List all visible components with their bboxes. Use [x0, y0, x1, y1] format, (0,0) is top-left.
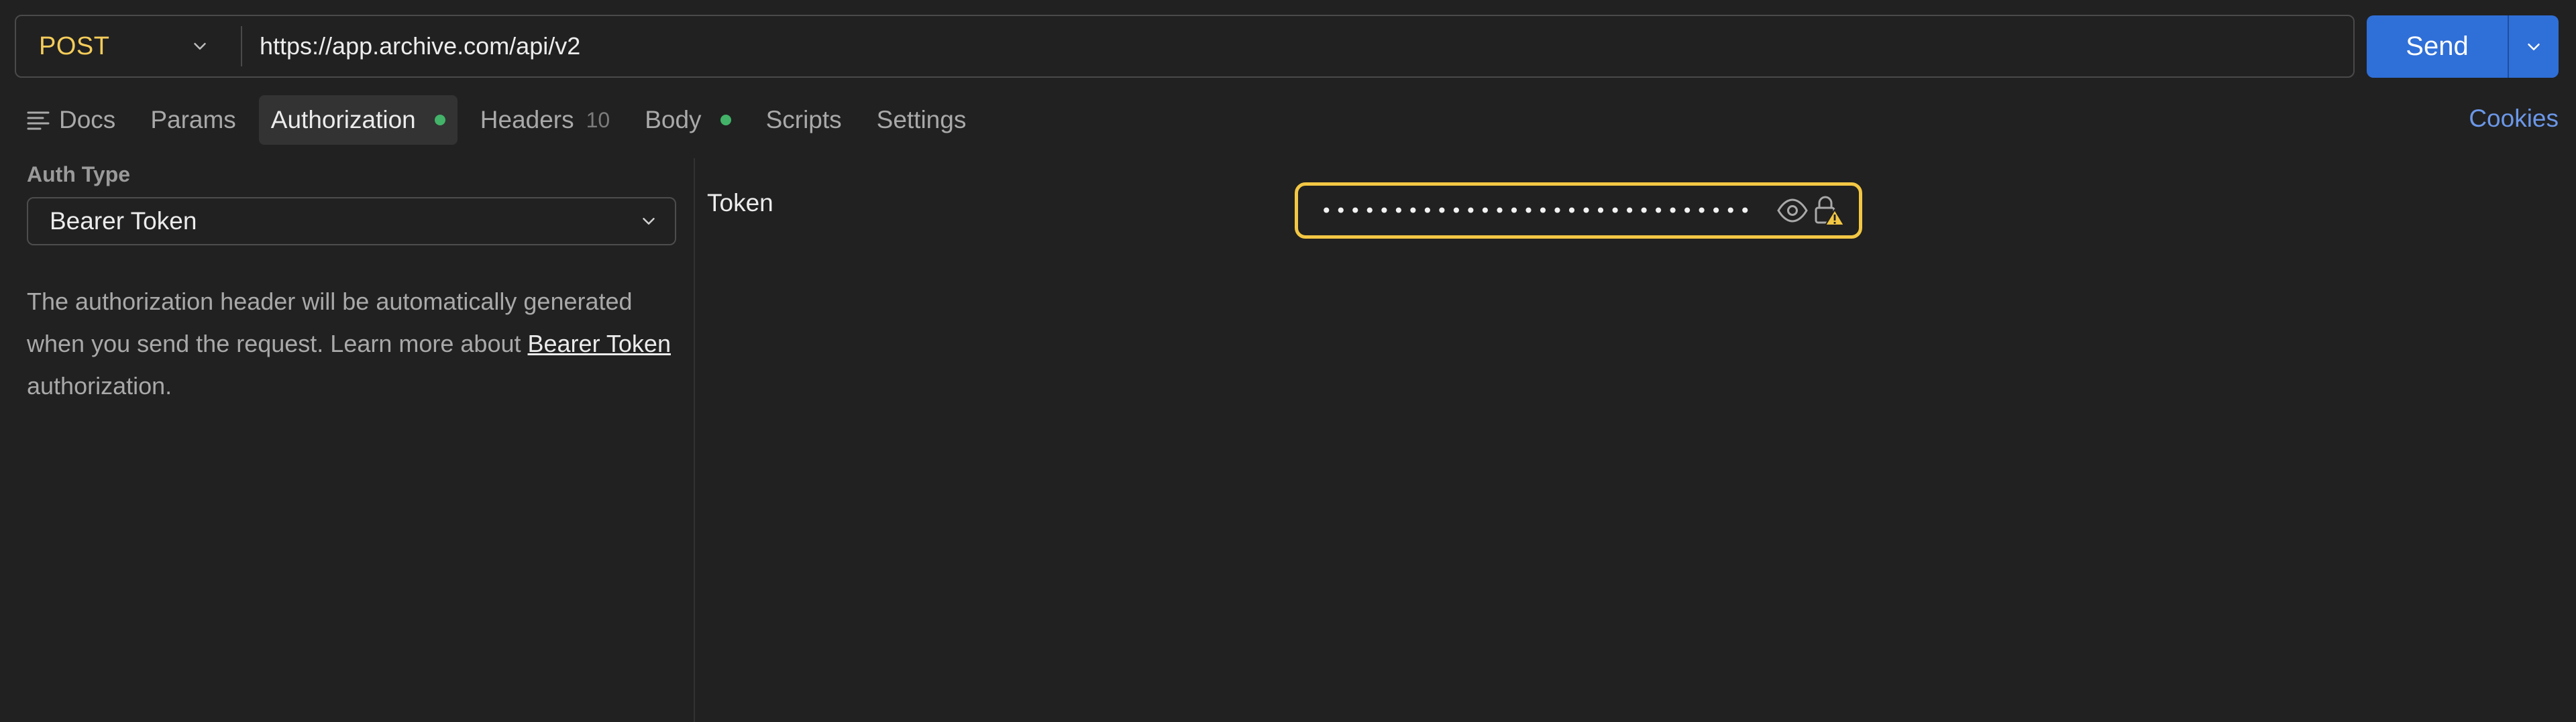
tab-settings[interactable]: Settings — [865, 95, 979, 145]
tab-label: Headers — [480, 106, 574, 133]
send-button[interactable]: Send — [2367, 15, 2508, 78]
request-tabs: Docs Params Authorization Headers 10 Bod… — [15, 95, 989, 145]
auth-settings-pane: Auth Type Bearer Token The authorization… — [0, 158, 694, 722]
status-dot — [720, 115, 731, 125]
tab-label: Params — [150, 106, 236, 133]
url-bar: POST — [15, 15, 2355, 78]
auth-description-suffix: authorization. — [27, 372, 172, 400]
tab-docs[interactable]: Docs — [15, 95, 127, 145]
auth-type-value: Bearer Token — [50, 207, 197, 235]
token-input[interactable] — [1321, 186, 1774, 235]
tab-label: Scripts — [765, 106, 842, 133]
docs-icon — [27, 111, 50, 130]
tab-label: Docs — [59, 106, 116, 133]
secret-warning-button[interactable] — [1811, 192, 1847, 229]
bearer-token-doc-link[interactable]: Bearer Token — [528, 330, 671, 357]
tab-label: Authorization — [270, 106, 416, 133]
request-editor: POST Send Docs Params Authorization — [0, 0, 2576, 722]
url-input[interactable] — [242, 16, 2353, 76]
headers-count-badge: 10 — [586, 107, 610, 132]
tab-body[interactable]: Body — [633, 95, 743, 145]
eye-icon — [1777, 198, 1808, 223]
tab-authorization[interactable]: Authorization — [258, 95, 458, 145]
tab-scripts[interactable]: Scripts — [754, 95, 854, 145]
pane-divider — [694, 158, 695, 722]
cookies-link[interactable]: Cookies — [2469, 105, 2559, 133]
auth-type-select[interactable]: Bearer Token — [27, 197, 676, 245]
tab-headers[interactable]: Headers 10 — [468, 95, 622, 145]
tab-label: Body — [645, 106, 702, 133]
method-label: POST — [39, 32, 110, 60]
auth-type-label: Auth Type — [27, 162, 131, 186]
chevron-down-icon — [194, 43, 206, 50]
send-options-button[interactable] — [2509, 15, 2559, 78]
send-button-group: Send — [2367, 15, 2559, 78]
chevron-down-icon — [2528, 43, 2540, 50]
tab-params[interactable]: Params — [138, 95, 248, 145]
tab-label: Settings — [876, 106, 967, 133]
method-select[interactable]: POST — [16, 16, 241, 76]
token-field — [1295, 182, 1862, 239]
auth-description: The authorization header will be automat… — [27, 280, 671, 407]
token-label: Token — [707, 189, 773, 217]
toggle-visibility-button[interactable] — [1774, 192, 1811, 229]
lock-warning-icon — [1815, 196, 1845, 226]
status-dot — [434, 115, 445, 125]
chevron-down-icon — [643, 218, 655, 225]
